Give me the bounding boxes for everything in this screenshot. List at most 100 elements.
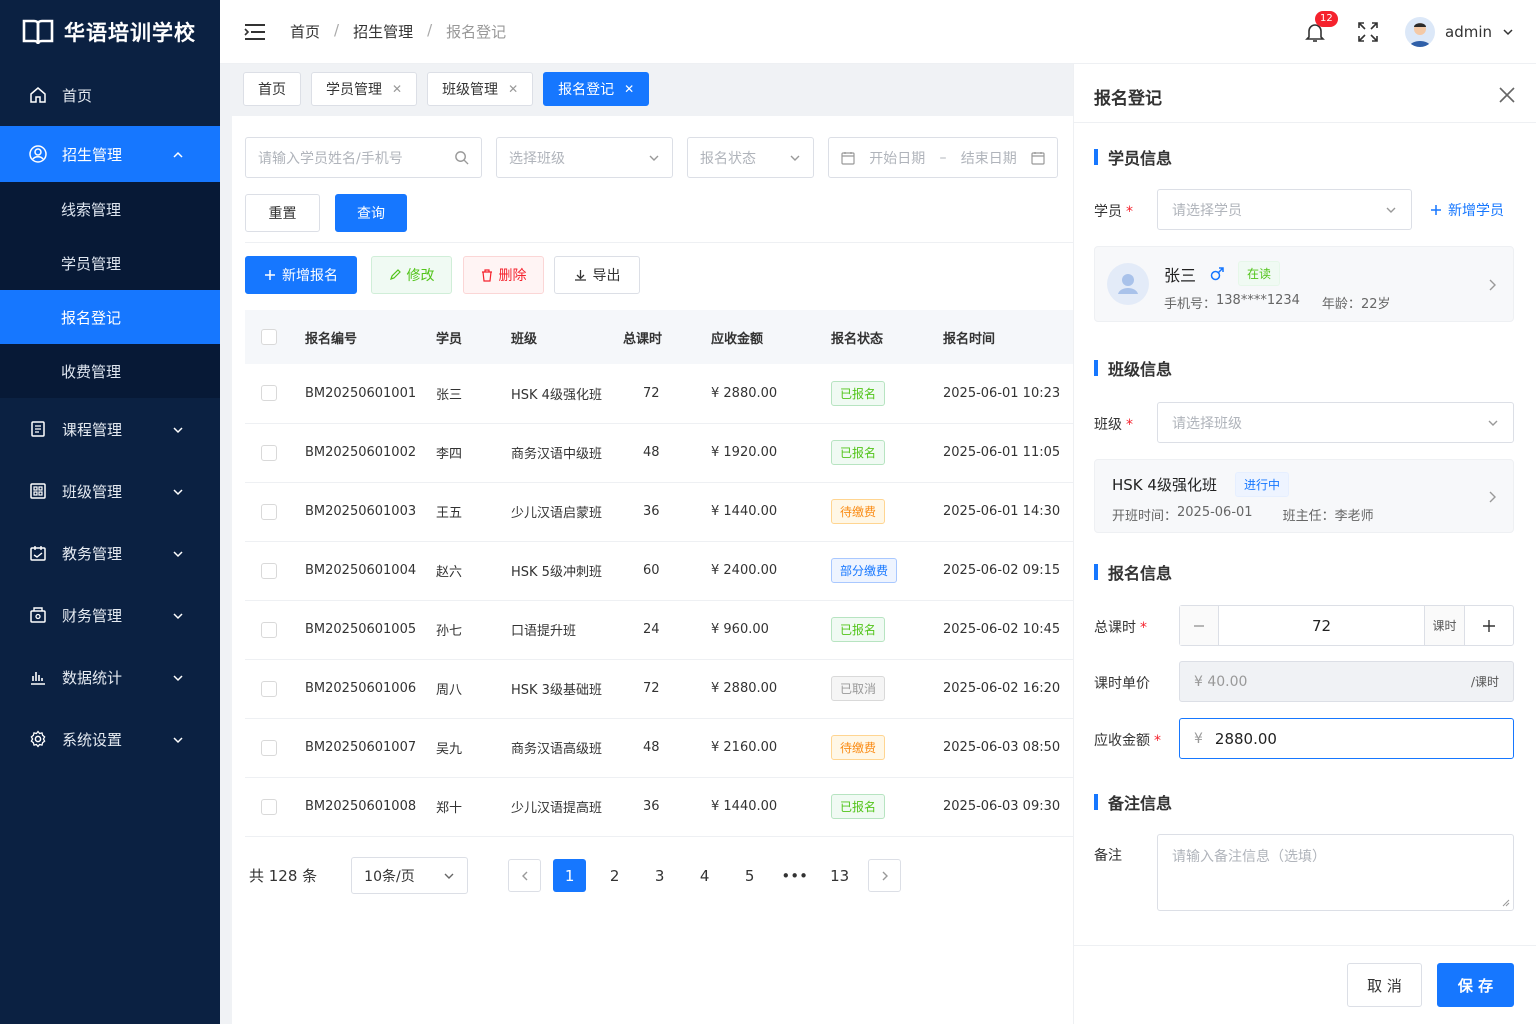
page-button[interactable]: 2 <box>598 859 631 892</box>
amount-input[interactable]: ¥ 2880.00 <box>1179 718 1514 759</box>
close-icon[interactable] <box>1498 86 1516 104</box>
cell-status: 部分缴费 <box>831 541 943 601</box>
tab-classes[interactable]: 班级管理 ✕ <box>427 72 534 106</box>
class-label-text: 班级 <box>1094 417 1122 433</box>
search-input[interactable]: 请输入学员姓名/手机号 <box>245 137 482 178</box>
nav-course[interactable]: 课程管理 <box>0 398 220 460</box>
cell-hours: 36 <box>623 482 711 542</box>
cell-class: HSK 4级强化班 <box>511 364 623 424</box>
row-checkbox[interactable] <box>261 798 277 815</box>
cell-status: 已报名 <box>831 600 943 660</box>
export-button[interactable]: 导出 <box>554 256 640 294</box>
page-button[interactable]: 1 <box>553 859 587 892</box>
page-button[interactable]: 3 <box>643 859 676 892</box>
class-select[interactable]: 请选择班级 <box>1157 402 1514 443</box>
row-checkbox[interactable] <box>261 680 277 697</box>
nav-sub-fees[interactable]: 收费管理 <box>0 344 220 398</box>
notifications-button[interactable]: 12 <box>1303 11 1338 44</box>
table-body: BM20250601001 张三 HSK 4级强化班 72 ¥ 2880.00 已报名 20… <box>245 364 1073 837</box>
row-checkbox[interactable] <box>261 503 277 520</box>
class-card[interactable]: HSK 4级强化班 进行中 开班时间： 2025-06-01 班主任： 李老师 <box>1094 459 1514 533</box>
table-row[interactable]: BM20250601002 李四 商务汉语中级班 48 ¥ 1920.00 已报名 2025… <box>245 423 1073 483</box>
close-icon[interactable]: ✕ <box>392 82 402 96</box>
drawer-title: 报名登记 <box>1094 89 1162 109</box>
row-checkbox[interactable] <box>261 739 277 756</box>
reset-button[interactable]: 重置 <box>245 194 320 232</box>
student-label-text: 学员 <box>1094 204 1122 220</box>
chevron-up-icon <box>173 151 183 158</box>
table-row[interactable]: BM20250601004 赵六 HSK 5级冲刺班 60 ¥ 2400.00 部分缴费 2… <box>245 541 1073 601</box>
avatar[interactable] <box>1405 17 1435 47</box>
hours-input[interactable]: 72 <box>1219 606 1424 645</box>
breadcrumb-enroll[interactable]: 招生管理 <box>353 21 413 42</box>
chevron-down-icon <box>444 873 454 879</box>
username[interactable]: admin <box>1445 23 1492 41</box>
page-button[interactable]: 4 <box>688 859 721 892</box>
row-checkbox[interactable] <box>261 562 277 579</box>
chevron-down-icon[interactable] <box>1502 26 1514 38</box>
nav-enroll-submenu: 线索管理 学员管理 报名登记 收费管理 <box>0 182 220 398</box>
save-button[interactable]: 保 存 <box>1437 963 1514 1007</box>
nav-class[interactable]: 班级管理 <box>0 460 220 522</box>
edit-button[interactable]: 修改 <box>371 256 452 294</box>
page-size-select[interactable]: 10条/页 <box>351 857 469 894</box>
date-range-picker[interactable]: 开始日期 – 结束日期 <box>828 137 1058 178</box>
query-button[interactable]: 查询 <box>335 194 407 232</box>
delete-button[interactable]: 删除 <box>463 256 544 294</box>
tab-home[interactable]: 首页 <box>243 72 301 106</box>
nav-enroll[interactable]: 招生管理 <box>0 126 220 182</box>
increment-button[interactable] <box>1464 606 1513 645</box>
amount-currency: ¥ <box>1194 730 1203 747</box>
remark-textarea[interactable]: 请输入备注信息（选填） <box>1157 834 1514 911</box>
nav-sub-students[interactable]: 学员管理 <box>0 236 220 290</box>
nav-stats[interactable]: 数据统计 <box>0 646 220 708</box>
row-checkbox[interactable] <box>261 444 277 461</box>
cancel-button[interactable]: 取 消 <box>1347 963 1422 1007</box>
row-checkbox-cell <box>245 777 305 837</box>
amount-label-text: 应收金额 <box>1094 733 1150 749</box>
row-checkbox[interactable] <box>261 385 277 402</box>
class-select[interactable]: 选择班级 <box>496 137 673 178</box>
table-row[interactable]: BM20250601003 王五 少儿汉语启蒙班 36 ¥ 1440.00 待缴费 2025… <box>245 482 1073 542</box>
cell-time: 2025-06-02 09:15 <box>943 541 1073 601</box>
chevron-right-icon <box>1489 491 1496 503</box>
table-row[interactable]: BM20250601005 孙七 口语提升班 24 ¥ 960.00 已报名 2025-06… <box>245 600 1073 660</box>
page-button[interactable]: 5 <box>733 859 766 892</box>
cell-hours: 72 <box>623 659 711 719</box>
close-icon[interactable]: ✕ <box>508 82 518 96</box>
tab-students[interactable]: 学员管理 ✕ <box>311 72 418 106</box>
nav-sub-registration[interactable]: 报名登记 <box>0 290 220 344</box>
status-select[interactable]: 报名状态 <box>687 137 814 178</box>
table-row[interactable]: BM20250601006 周八 HSK 3级基础班 72 ¥ 2880.00 已取消 20… <box>245 659 1073 719</box>
table-row[interactable]: BM20250601008 郑十 少儿汉语提高班 36 ¥ 1440.00 已报名 2025… <box>245 777 1073 837</box>
nav-sub-leads[interactable]: 线索管理 <box>0 182 220 236</box>
prev-page-button[interactable] <box>508 859 542 892</box>
edit-label: 修改 <box>406 268 435 284</box>
breadcrumb-home[interactable]: 首页 <box>290 21 320 42</box>
menu-toggle-icon[interactable] <box>244 22 266 42</box>
nav-teaching[interactable]: 教务管理 <box>0 522 220 584</box>
nav-settings[interactable]: 系统设置 <box>0 708 220 770</box>
next-page-button[interactable] <box>868 859 902 892</box>
table-row[interactable]: BM20250601001 张三 HSK 4级强化班 72 ¥ 2880.00 已报名 20… <box>245 364 1073 424</box>
tab-registration[interactable]: 报名登记 ✕ <box>543 72 650 106</box>
close-icon[interactable]: ✕ <box>624 82 634 96</box>
select-all-checkbox[interactable] <box>261 329 277 345</box>
notification-badge: 12 <box>1315 11 1338 27</box>
resize-handle-icon[interactable] <box>1502 899 1510 907</box>
table-row[interactable]: BM20250601007 吴九 商务汉语高级班 48 ¥ 2160.00 待缴费 2025… <box>245 718 1073 778</box>
student-select[interactable]: 请选择学员 <box>1157 189 1412 230</box>
nav-home[interactable]: 首页 <box>0 64 220 126</box>
page-button[interactable]: 13 <box>823 859 856 892</box>
student-card[interactable]: 张三 在读 手机号： 138****1234 年龄： 22岁 <box>1094 246 1514 322</box>
registration-table: 报名编号 学员 班级 总课时 应收金额 报名状态 报名时间 BM20250601… <box>245 310 1073 837</box>
drawer-footer: 取 消 保 存 <box>1074 945 1536 1024</box>
nav-finance[interactable]: 财务管理 <box>0 584 220 646</box>
fullscreen-icon[interactable] <box>1357 21 1379 43</box>
add-student-link[interactable]: 新增学员 <box>1430 200 1504 220</box>
decrement-button[interactable] <box>1180 606 1219 645</box>
add-registration-button[interactable]: 新增报名 <box>245 256 357 294</box>
brand-name: 华语培训学校 <box>64 21 196 45</box>
status-badge: 已报名 <box>831 794 886 819</box>
row-checkbox[interactable] <box>261 621 277 638</box>
